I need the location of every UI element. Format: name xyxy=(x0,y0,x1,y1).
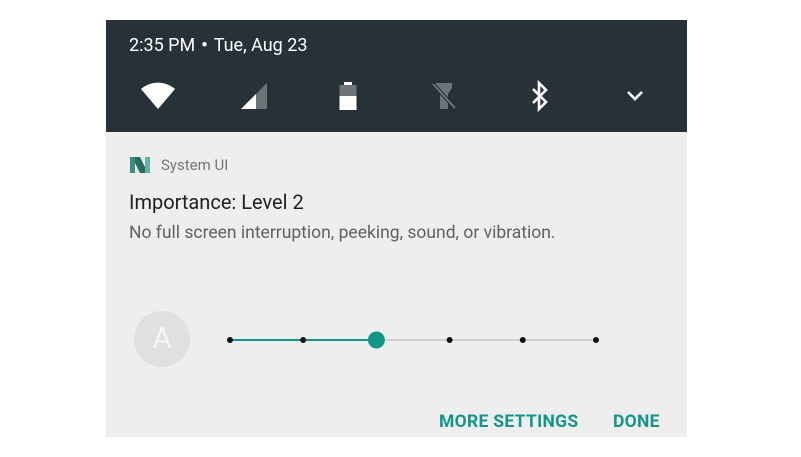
avatar-letter: A xyxy=(152,321,172,356)
status-time: 2:35 PM xyxy=(129,35,196,56)
done-button[interactable]: DONE xyxy=(613,410,660,434)
slider-step-2[interactable] xyxy=(300,337,307,343)
flashlight-off-icon xyxy=(431,82,457,110)
cell-signal-tile[interactable] xyxy=(234,78,274,114)
flashlight-tile[interactable] xyxy=(424,78,464,114)
system-ui-app-icon xyxy=(130,157,150,173)
notification-shade: 2:35 PM • Tue, Aug 23 System UI Importan… xyxy=(106,20,687,437)
app-name: System UI xyxy=(161,156,229,174)
notification-text: No full screen interruption, peeking, so… xyxy=(129,223,556,243)
notification-header: System UI xyxy=(129,155,228,175)
slider-step-1[interactable] xyxy=(227,337,233,343)
notification-card: System UI Importance: Level 2 No full sc… xyxy=(106,132,687,437)
bluetooth-icon xyxy=(532,80,548,112)
status-separator: • xyxy=(201,35,208,56)
more-settings-button[interactable]: MORE SETTINGS xyxy=(439,410,578,434)
slider-thumb[interactable] xyxy=(367,331,385,349)
battery-icon xyxy=(339,82,357,110)
notification-title: Importance: Level 2 xyxy=(129,190,304,214)
expand-tile[interactable] xyxy=(615,78,655,114)
cell-signal-icon xyxy=(241,83,267,109)
bluetooth-tile[interactable] xyxy=(520,78,560,114)
importance-slider[interactable] xyxy=(220,320,610,360)
slider-step-6[interactable] xyxy=(593,337,599,343)
wifi-tile[interactable] xyxy=(138,78,178,114)
chevron-down-icon xyxy=(627,91,643,101)
slider-step-4[interactable] xyxy=(446,337,453,343)
wifi-icon xyxy=(141,82,175,109)
slider-step-5[interactable] xyxy=(519,337,526,343)
status-date: Tue, Aug 23 xyxy=(213,35,308,56)
battery-tile[interactable] xyxy=(328,78,368,114)
avatar: A xyxy=(134,311,190,367)
quick-settings-header: 2:35 PM • Tue, Aug 23 xyxy=(106,20,687,132)
status-datetime[interactable]: 2:35 PM • Tue, Aug 23 xyxy=(129,34,307,58)
